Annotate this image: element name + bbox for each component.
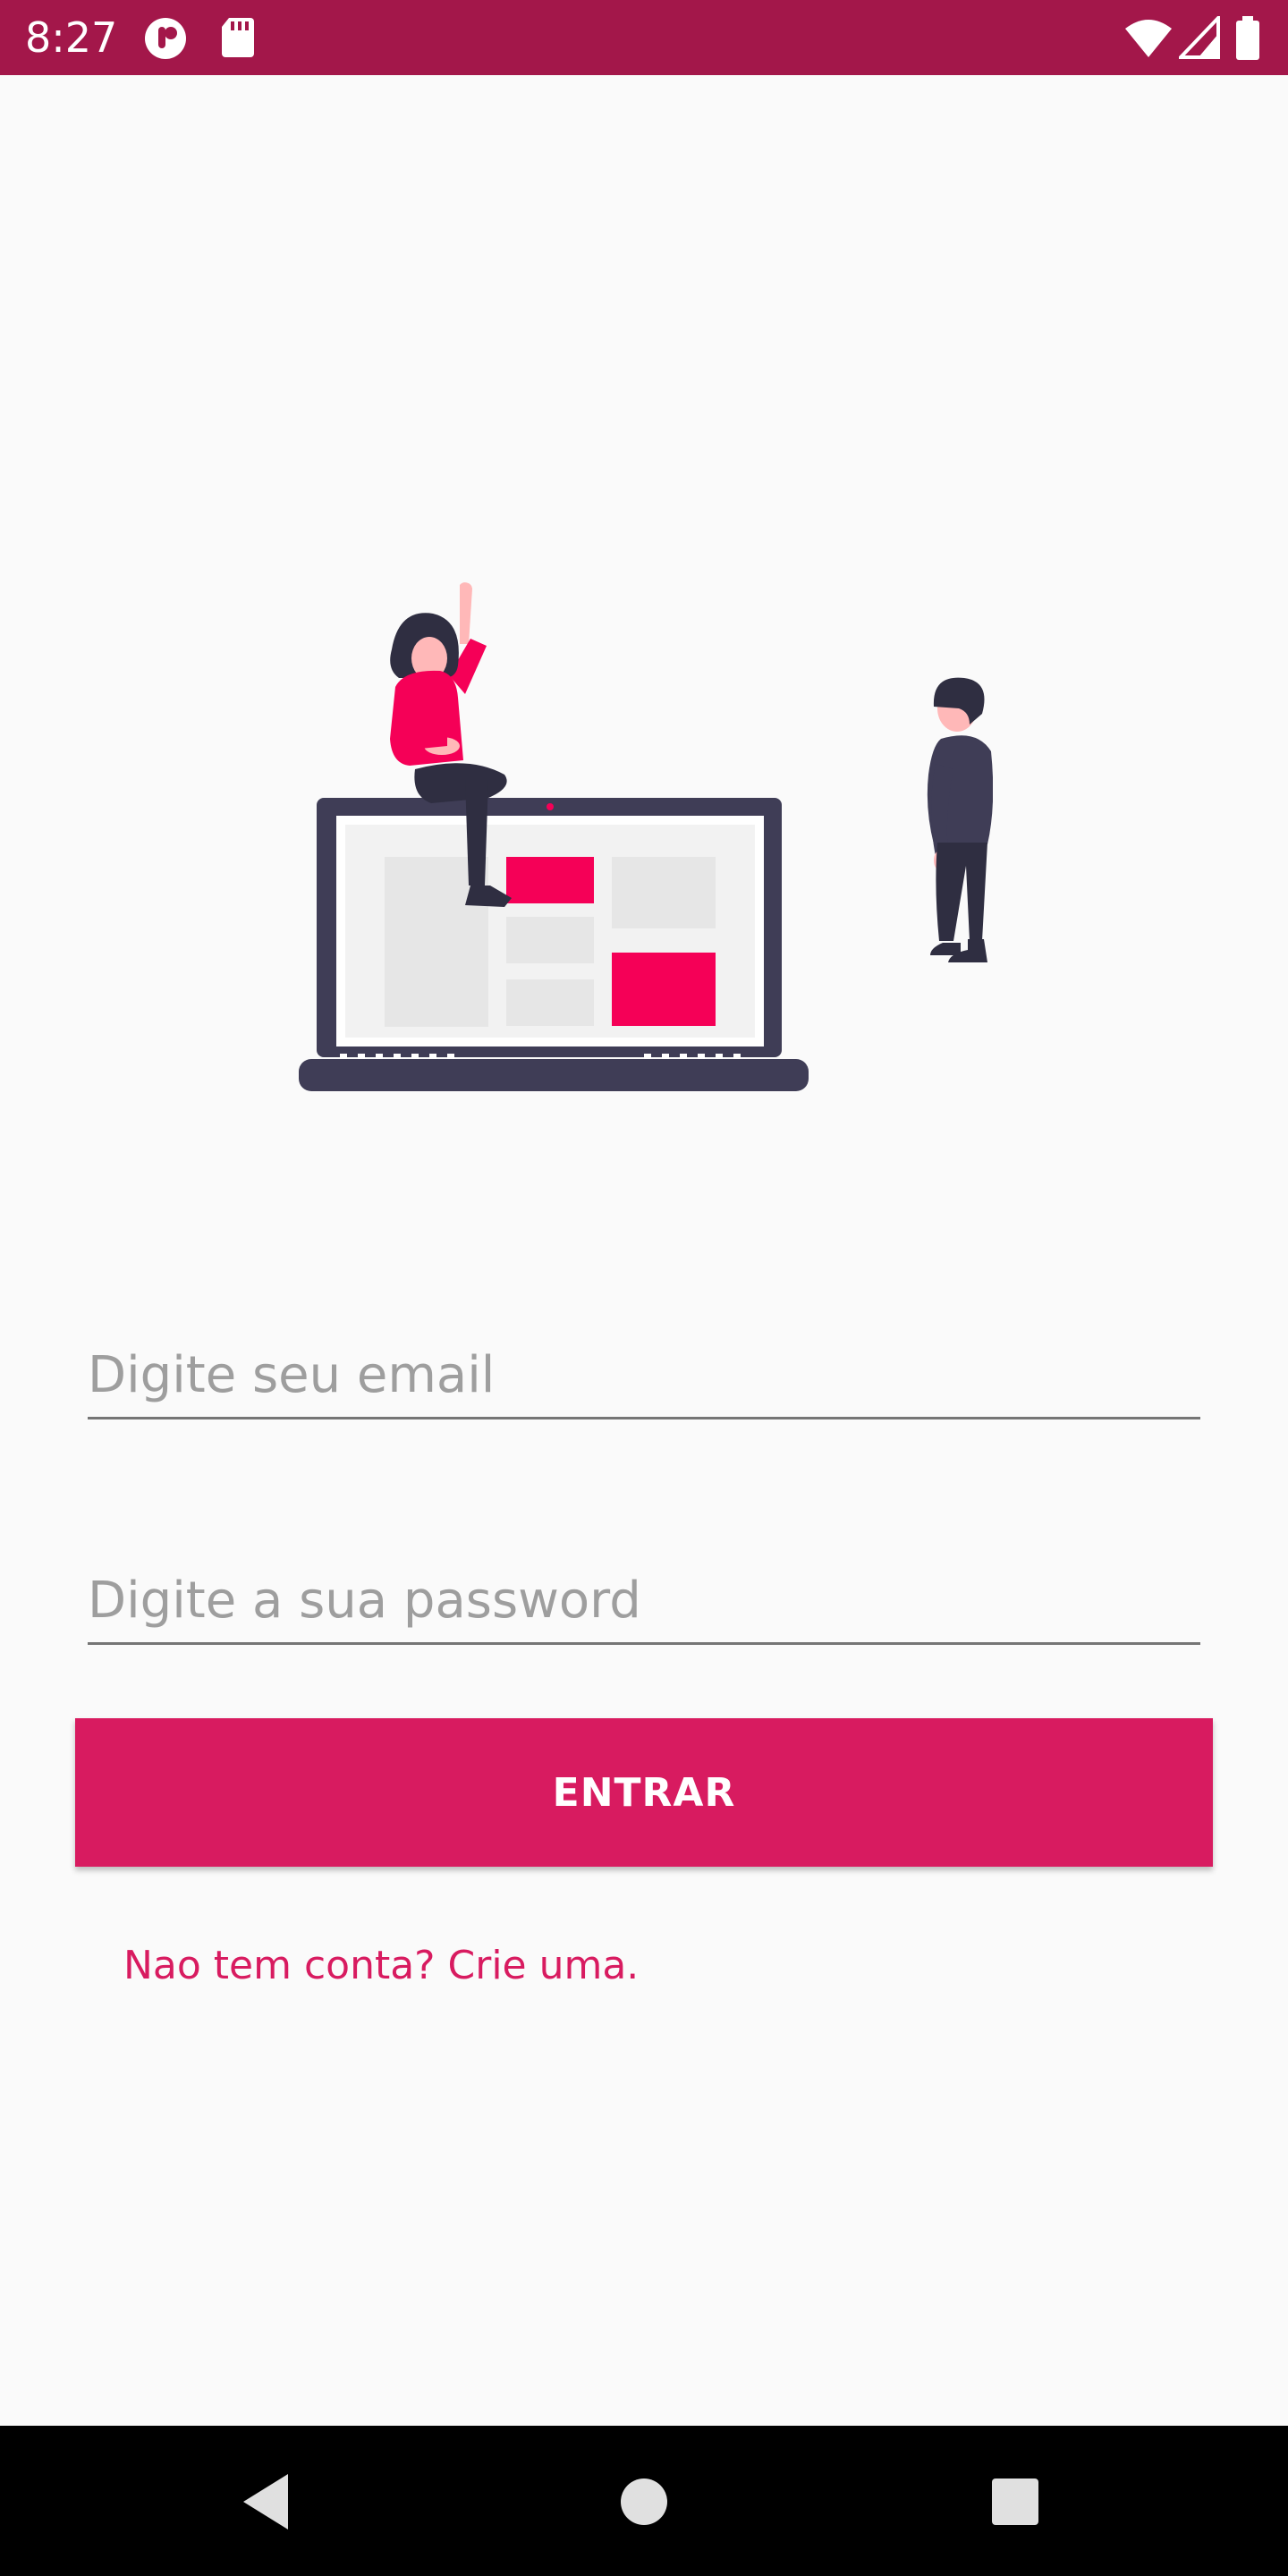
notification-app-icon	[143, 16, 188, 64]
status-time: 8:27	[25, 13, 118, 62]
recents-icon[interactable]	[975, 2462, 1055, 2542]
password-field[interactable]	[88, 1572, 1200, 1630]
login-screen: 8:27 Digite seu email ENTRAR Nao tem con…	[0, 0, 1288, 2576]
laptop-people-illustration	[295, 572, 994, 1127]
battery-icon	[1234, 16, 1261, 64]
back-icon[interactable]	[229, 2462, 309, 2542]
navigation-bar	[0, 2426, 1288, 2576]
home-icon[interactable]	[604, 2462, 684, 2542]
sd-card-icon	[220, 16, 256, 63]
cell-signal-icon	[1176, 13, 1220, 63]
email-field-container	[88, 1327, 1200, 1419]
login-button[interactable]: ENTRAR	[75, 1718, 1213, 1867]
password-field-container	[88, 1553, 1200, 1645]
status-bar: 8:27	[0, 0, 1288, 75]
signup-link[interactable]: Nao tem conta? Crie uma.	[123, 1943, 639, 1988]
email-field[interactable]	[88, 1346, 1200, 1404]
wifi-icon	[1123, 16, 1174, 63]
